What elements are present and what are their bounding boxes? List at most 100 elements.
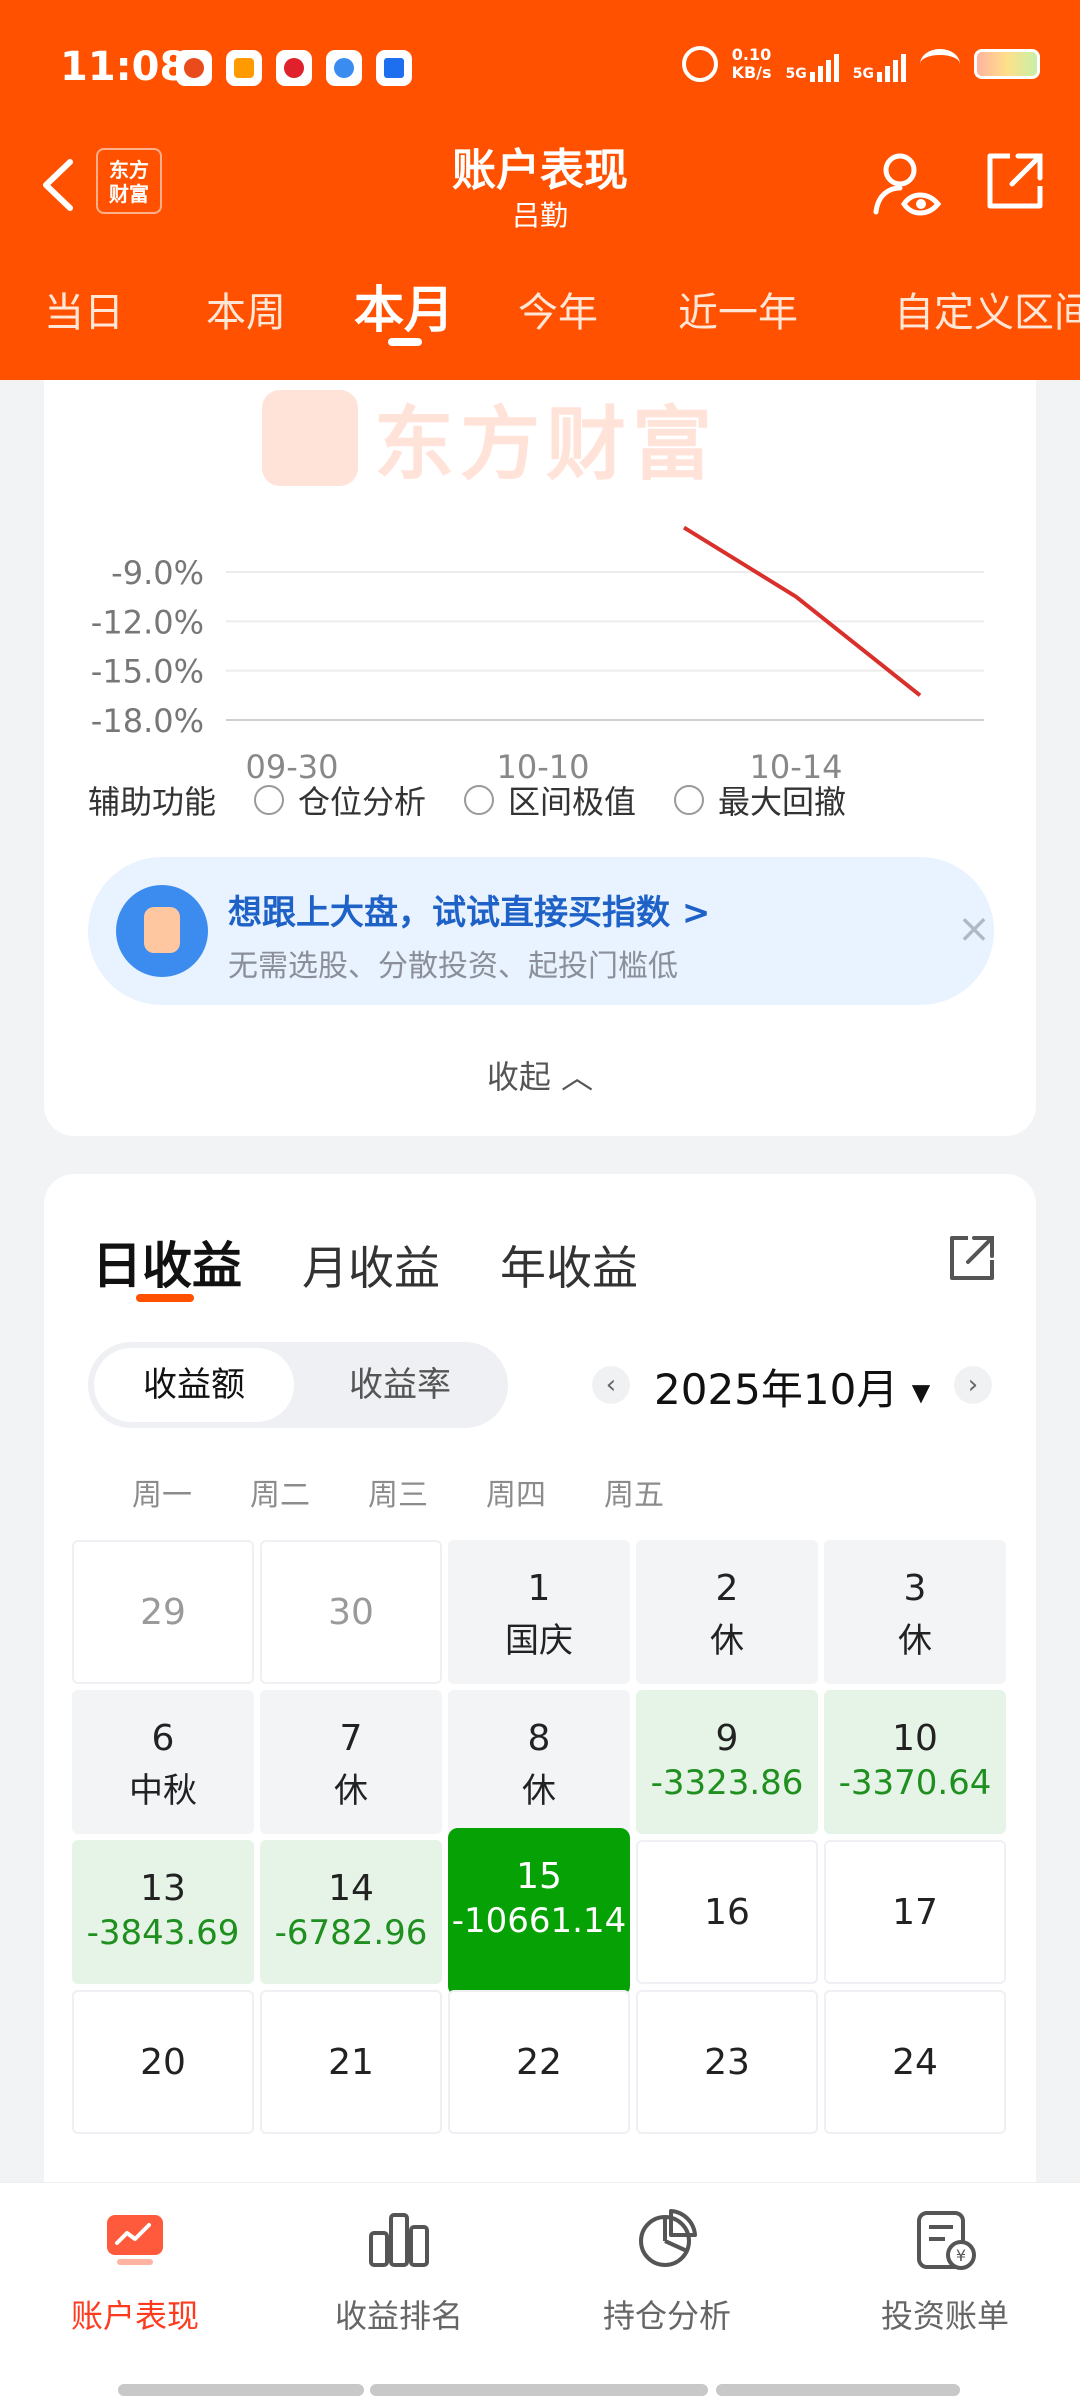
calendar-day[interactable]: 21 <box>260 1990 442 2134</box>
calendar-day[interactable]: 17 <box>824 1840 1006 1984</box>
option-position-analysis[interactable]: 仓位分析 <box>254 777 426 823</box>
tab-this-month[interactable]: 本月 <box>354 270 454 342</box>
signal-icon: 5G <box>786 46 839 82</box>
tab-monthly-returns[interactable]: 月收益 <box>302 1232 440 1298</box>
day-number: 16 <box>704 1892 750 1933</box>
holiday-label: 休 <box>334 1771 368 1811</box>
toggle-amount[interactable]: 收益额 <box>94 1348 294 1422</box>
weekday-header: 周一 周二 周三 周四 周五 <box>44 1470 1036 1520</box>
radio-icon[interactable] <box>674 785 705 815</box>
calendar-day[interactable]: 13 -3843.69 <box>72 1840 254 1984</box>
daily-return-value: -6782.96 <box>274 1913 428 1953</box>
tab-daily-returns[interactable]: 日收益 <box>92 1226 242 1298</box>
month-dropdown[interactable]: 2025年10月 ▼ <box>654 1356 930 1417</box>
calendar-day[interactable]: 22 <box>448 1990 630 2134</box>
day-number: 14 <box>328 1868 374 1909</box>
option-label: 区间极值 <box>508 783 637 821</box>
option-max-drawdown[interactable]: 最大回撤 <box>674 777 846 823</box>
metric-toggle: 收益额 收益率 <box>88 1342 508 1428</box>
calendar-day[interactable]: 16 <box>636 1840 818 1984</box>
day-number: 15 <box>516 1856 562 1897</box>
tab-yearly-returns[interactable]: 年收益 <box>500 1232 638 1298</box>
calendar-day[interactable]: 29 <box>72 1540 254 1684</box>
signal-icon: 5G <box>853 46 906 82</box>
nav-bar: 东方 财富 账户表现 吕勤 <box>0 130 1080 240</box>
nav-holdings-analysis[interactable]: 持仓分析 <box>532 2207 802 2337</box>
battery-icon <box>974 49 1040 79</box>
calendar-day[interactable]: 3休 <box>824 1540 1006 1684</box>
period-tabs: 当日 本周 本月 今年 近一年 自定义区间 <box>0 260 1080 370</box>
daily-return-value: -3370.64 <box>838 1763 992 1803</box>
thumbs-up-icon <box>116 885 208 977</box>
close-icon[interactable]: × <box>954 909 994 949</box>
day-number: 13 <box>140 1868 186 1909</box>
y-tick-label: -15.0% <box>91 653 204 691</box>
calendar-day[interactable]: 14 -6782.96 <box>260 1840 442 1984</box>
calendar-day-today[interactable]: 15 -10661.14 <box>448 1828 630 1996</box>
app-notification-icon <box>376 50 412 86</box>
calendar-day[interactable]: 2休 <box>636 1540 818 1684</box>
calendar-day[interactable]: 23 <box>636 1990 818 2134</box>
y-tick-label: -18.0% <box>91 702 204 740</box>
y-tick-label: -12.0% <box>91 603 204 641</box>
day-number: 21 <box>328 2042 374 2083</box>
status-time: 11:08 <box>60 44 188 90</box>
app-notification-icon <box>226 50 262 86</box>
option-range-extremes[interactable]: 区间极值 <box>464 777 636 823</box>
chart-screen-icon <box>107 2215 163 2265</box>
day-number: 2 <box>715 1568 739 1609</box>
calendar-day[interactable]: 8休 <box>448 1690 630 1834</box>
month-label: 2025年10月 <box>654 1365 899 1414</box>
bill-icon: ¥ <box>917 2211 976 2270</box>
calendar-day[interactable]: 9 -3323.86 <box>636 1690 818 1834</box>
nav-account-performance[interactable]: 账户表现 <box>0 2207 270 2337</box>
calendar-day[interactable]: 1 国庆 <box>448 1540 630 1684</box>
radio-icon[interactable] <box>464 785 495 815</box>
promo-subtitle: 无需选股、分散投资、起投门槛低 <box>228 949 678 984</box>
index-promo-banner[interactable]: 想跟上大盘，试试直接买指数 > 无需选股、分散投资、起投门槛低 × <box>88 857 994 1005</box>
tab-last-year[interactable]: 近一年 <box>678 280 798 338</box>
signal-label: 5G <box>785 66 807 82</box>
nav-investment-bill[interactable]: ¥ 投资账单 <box>810 2207 1080 2337</box>
day-number: 24 <box>892 2042 938 2083</box>
tab-this-year[interactable]: 今年 <box>518 280 598 338</box>
day-number: 3 <box>903 1568 927 1609</box>
calendar-day[interactable]: 24 <box>824 1990 1006 2134</box>
user-eye-icon[interactable] <box>870 148 942 220</box>
day-number: 6 <box>151 1718 175 1759</box>
nav-label: 投资账单 <box>880 2297 1009 2335</box>
prev-month-button[interactable]: ‹ <box>592 1366 630 1404</box>
calendar-day[interactable]: 6 中秋 <box>72 1690 254 1834</box>
tab-today[interactable]: 当日 <box>44 280 124 338</box>
tab-custom-range[interactable]: 自定义区间 <box>894 280 1080 338</box>
aux-functions: 辅助功能 仓位分析 区间极值 最大回撤 <box>88 775 1028 825</box>
toggle-rate[interactable]: 收益率 <box>300 1348 500 1422</box>
returns-period-tabs: 日收益 月收益 年收益 <box>92 1226 698 1298</box>
holiday-label: 国庆 <box>505 1621 573 1661</box>
day-number: 20 <box>140 2042 186 2083</box>
status-indicators: 0.10 KB/s 5G 5G <box>681 46 1040 82</box>
radio-icon[interactable] <box>254 785 285 815</box>
nav-return-ranking[interactable]: 收益排名 <box>264 2207 534 2337</box>
collapse-button[interactable]: 收起 ︿ <box>44 1052 1036 1098</box>
calendar-day[interactable]: 7休 <box>260 1690 442 1834</box>
nav-label: 账户表现 <box>70 2297 199 2335</box>
export-icon[interactable] <box>944 1228 1000 1284</box>
tab-this-week[interactable]: 本周 <box>206 280 286 338</box>
next-month-button[interactable]: › <box>954 1366 992 1404</box>
holiday-label: 休 <box>710 1621 744 1661</box>
calendar-day[interactable]: 30 <box>260 1540 442 1684</box>
home-indicator <box>118 2384 364 2396</box>
holiday-label: 中秋 <box>129 1771 197 1811</box>
calendar-day[interactable]: 10 -3370.64 <box>824 1690 1006 1834</box>
active-tab-indicator <box>136 1294 194 1302</box>
promo-title[interactable]: 想跟上大盘，试试直接买指数 > <box>228 885 710 934</box>
calendar-day[interactable]: 20 <box>72 1990 254 2134</box>
share-icon[interactable] <box>982 148 1048 214</box>
nav-label: 持仓分析 <box>602 2297 731 2335</box>
holiday-label: 休 <box>522 1771 556 1811</box>
day-number: 7 <box>339 1718 363 1759</box>
status-bar: 11:08 0.10 KB/s 5G 5G <box>0 0 1080 140</box>
day-number: 23 <box>704 2042 750 2083</box>
alarm-icon <box>681 46 718 82</box>
